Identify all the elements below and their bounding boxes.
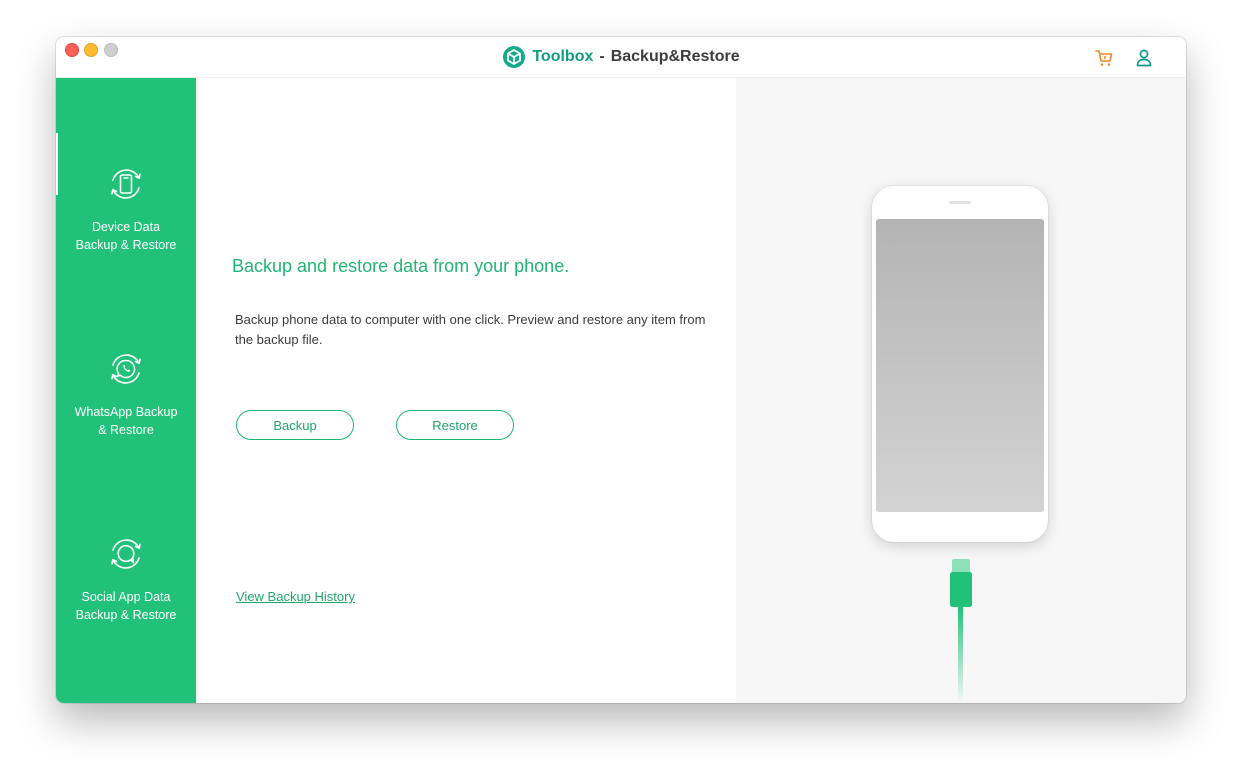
device-preview-panel: [736, 78, 1186, 703]
page-headline: Backup and restore data from your phone.: [232, 256, 570, 276]
phone-speaker: [949, 201, 971, 204]
cart-icon[interactable]: [1094, 48, 1114, 68]
user-icon[interactable]: [1135, 48, 1153, 68]
sidebar-item-label: Device Data: [91, 220, 161, 234]
usb-cable-wire: [958, 606, 963, 703]
whatsapp-sync-icon: [111, 354, 141, 384]
title-separator: -: [599, 48, 605, 65]
device-sync-icon: [111, 169, 141, 199]
sidebar-item-label: Backup & Restore: [75, 608, 177, 622]
phone-illustration: [872, 186, 1048, 542]
sidebar-item-label: Backup & Restore: [75, 238, 177, 252]
backup-button[interactable]: Backup: [236, 410, 354, 440]
sidebar: Device Data Backup & Restore WhatsApp Ba…: [56, 78, 196, 703]
view-backup-history-link[interactable]: View Backup History: [236, 589, 355, 604]
sidebar-item-whatsapp[interactable]: WhatsApp Backup & Restore: [56, 263, 196, 437]
restore-button[interactable]: Restore: [396, 410, 514, 440]
sidebar-item-social-app[interactable]: Social App Data Backup & Restore: [56, 448, 196, 622]
sidebar-item-label: & Restore: [98, 423, 154, 437]
sidebar-item-label: Social App Data: [81, 590, 171, 604]
main-content: Backup and restore data from your phone.…: [202, 78, 736, 703]
window-title: Toolbox - Backup&Restore: [56, 37, 1186, 77]
page-description: Backup phone data to computer with one c…: [235, 312, 706, 347]
phone-screen: [876, 219, 1044, 512]
title-bar: Toolbox - Backup&Restore: [56, 37, 1186, 78]
title-page-name: Backup&Restore: [610, 48, 740, 65]
sidebar-item-device-data[interactable]: Device Data Backup & Restore: [56, 78, 196, 252]
title-brand: Toolbox: [532, 48, 594, 65]
usb-cable-icon: [950, 559, 972, 607]
toolbox-cube-icon: [503, 46, 526, 68]
sidebar-item-label: WhatsApp Backup: [74, 405, 178, 419]
app-window: Toolbox - Backup&Restore Device Data Bac…: [56, 37, 1186, 703]
chat-sync-icon: [111, 539, 141, 569]
